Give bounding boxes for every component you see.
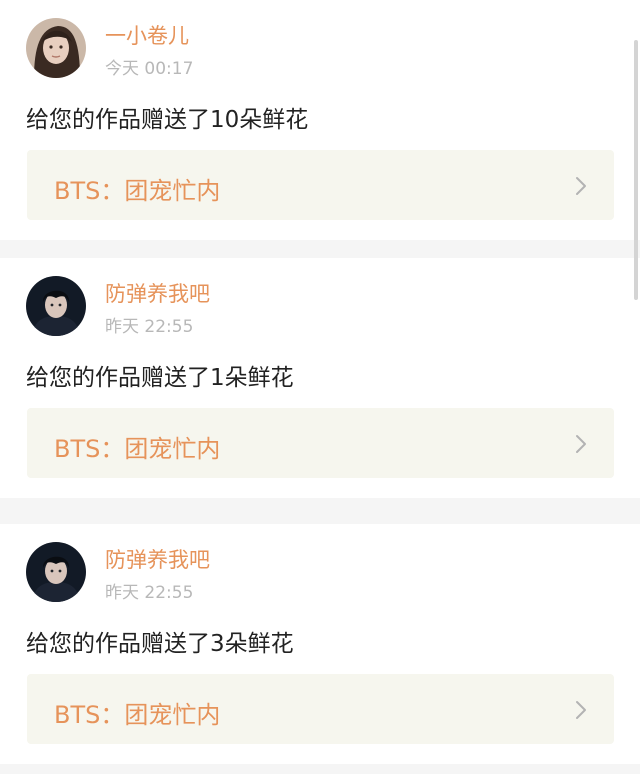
avatar[interactable]	[26, 542, 86, 602]
work-title: BTS：团宠忙内	[54, 177, 221, 205]
chevron-right-icon	[574, 176, 588, 196]
avatar-photo	[26, 542, 86, 602]
chevron-right-icon	[574, 700, 588, 720]
avatar[interactable]	[26, 18, 86, 78]
avatar-photo	[26, 18, 86, 78]
avatar[interactable]	[26, 276, 86, 336]
scrollbar[interactable]	[634, 40, 638, 300]
work-link[interactable]: BTS：团宠忙内	[27, 150, 614, 220]
work-title: BTS：团宠忙内	[54, 435, 221, 463]
notification-card: 防弹养我吧 昨天 22:55 给您的作品赠送了3朵鲜花 BTS：团宠忙内	[0, 524, 640, 764]
chevron-right-icon	[574, 434, 588, 454]
notification-message: 给您的作品赠送了10朵鲜花	[26, 107, 309, 133]
username[interactable]: 防弹养我吧	[105, 278, 210, 308]
work-title: BTS：团宠忙内	[54, 701, 221, 729]
username[interactable]: 防弹养我吧	[105, 544, 210, 574]
timestamp: 昨天 22:55	[105, 583, 194, 603]
timestamp: 今天 00:17	[105, 59, 194, 79]
username[interactable]: 一小卷儿	[105, 20, 189, 50]
avatar-photo	[26, 276, 86, 336]
notification-card: 一小卷儿 今天 00:17 给您的作品赠送了10朵鲜花 BTS：团宠忙内	[0, 0, 640, 240]
timestamp: 昨天 22:55	[105, 317, 194, 337]
notification-feed: 一小卷儿 今天 00:17 给您的作品赠送了10朵鲜花 BTS：团宠忙内 防弹养…	[0, 0, 640, 774]
notification-card: 防弹养我吧 昨天 22:55 给您的作品赠送了1朵鲜花 BTS：团宠忙内	[0, 258, 640, 498]
work-link[interactable]: BTS：团宠忙内	[27, 408, 614, 478]
notification-message: 给您的作品赠送了1朵鲜花	[26, 365, 294, 391]
notification-message: 给您的作品赠送了3朵鲜花	[26, 631, 294, 657]
work-link[interactable]: BTS：团宠忙内	[27, 674, 614, 744]
